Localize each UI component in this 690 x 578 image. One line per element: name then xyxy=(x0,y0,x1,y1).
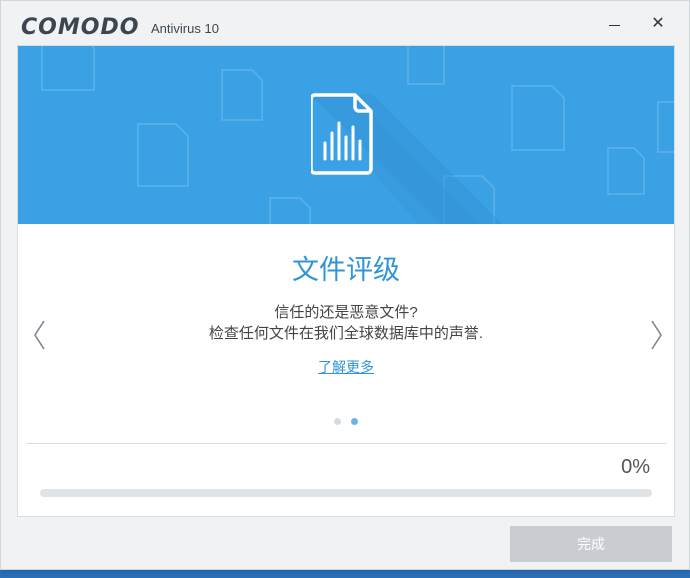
slide-dot-2[interactable] xyxy=(351,418,358,425)
finish-button[interactable]: 完成 xyxy=(510,526,672,562)
slide-description-line-2: 检查任何文件在我们全球数据库中的声誉. xyxy=(208,325,484,342)
close-icon: ✕ xyxy=(651,15,665,32)
learn-more-link[interactable]: 了解更多 xyxy=(18,357,674,377)
slide-dot-1[interactable] xyxy=(334,418,341,425)
slide-banner xyxy=(18,46,674,224)
title-bar[interactable]: COMODO Antivirus 10 ✕ xyxy=(1,1,689,45)
slide-description-line-1: 信任的还是恶意文件? xyxy=(274,304,418,321)
divider xyxy=(26,443,666,444)
slide-headline: 文件评级 xyxy=(292,255,400,285)
minimize-icon xyxy=(608,24,620,26)
slide-description: 信任的还是恶意文件? 检查任何文件在我们全球数据库中的声誉. xyxy=(18,302,674,344)
comodo-logo: COMODO xyxy=(21,15,140,40)
slide-indicator xyxy=(18,418,674,425)
next-slide-button[interactable] xyxy=(646,318,666,352)
comodo-setup-window: COMODO Antivirus 10 ✕ 文件评级 信任的还是恶意文件? 检查… xyxy=(0,0,690,570)
chevron-left-icon xyxy=(34,320,45,350)
minimize-button[interactable] xyxy=(601,11,627,35)
progress-percent: 0% xyxy=(621,456,650,478)
chevron-right-icon xyxy=(651,320,662,350)
product-name: Antivirus 10 xyxy=(151,21,219,36)
carousel-panel: 文件评级 信任的还是恶意文件? 检查任何文件在我们全球数据库中的声誉. 了解更多… xyxy=(17,45,675,517)
file-rating-icon xyxy=(311,93,373,175)
close-button[interactable]: ✕ xyxy=(645,11,671,35)
previous-slide-button[interactable] xyxy=(30,318,50,352)
progress-bar xyxy=(40,489,652,497)
